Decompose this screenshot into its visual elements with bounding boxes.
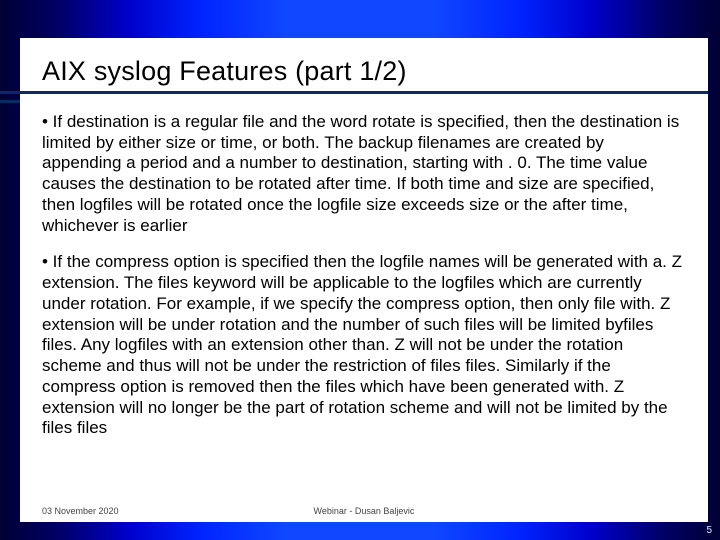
slide-content: AIX syslog Features (part 1/2) • If dest… — [20, 38, 708, 522]
paragraph: • If the compress option is specified th… — [42, 252, 686, 439]
paragraph: • If destination is a regular file and t… — [42, 112, 686, 236]
slide-body: • If destination is a regular file and t… — [42, 112, 686, 439]
slide-footer: 03 November 2020 Webinar - Dusan Baljevi… — [42, 506, 686, 516]
title-rule — [0, 91, 708, 94]
footer-center: Webinar - Dusan Baljevic — [314, 506, 415, 516]
page-number: 5 — [706, 525, 712, 536]
slide-title: AIX syslog Features (part 1/2) — [42, 56, 686, 87]
title-rule-left — [0, 100, 20, 103]
footer-date: 03 November 2020 — [42, 506, 119, 516]
